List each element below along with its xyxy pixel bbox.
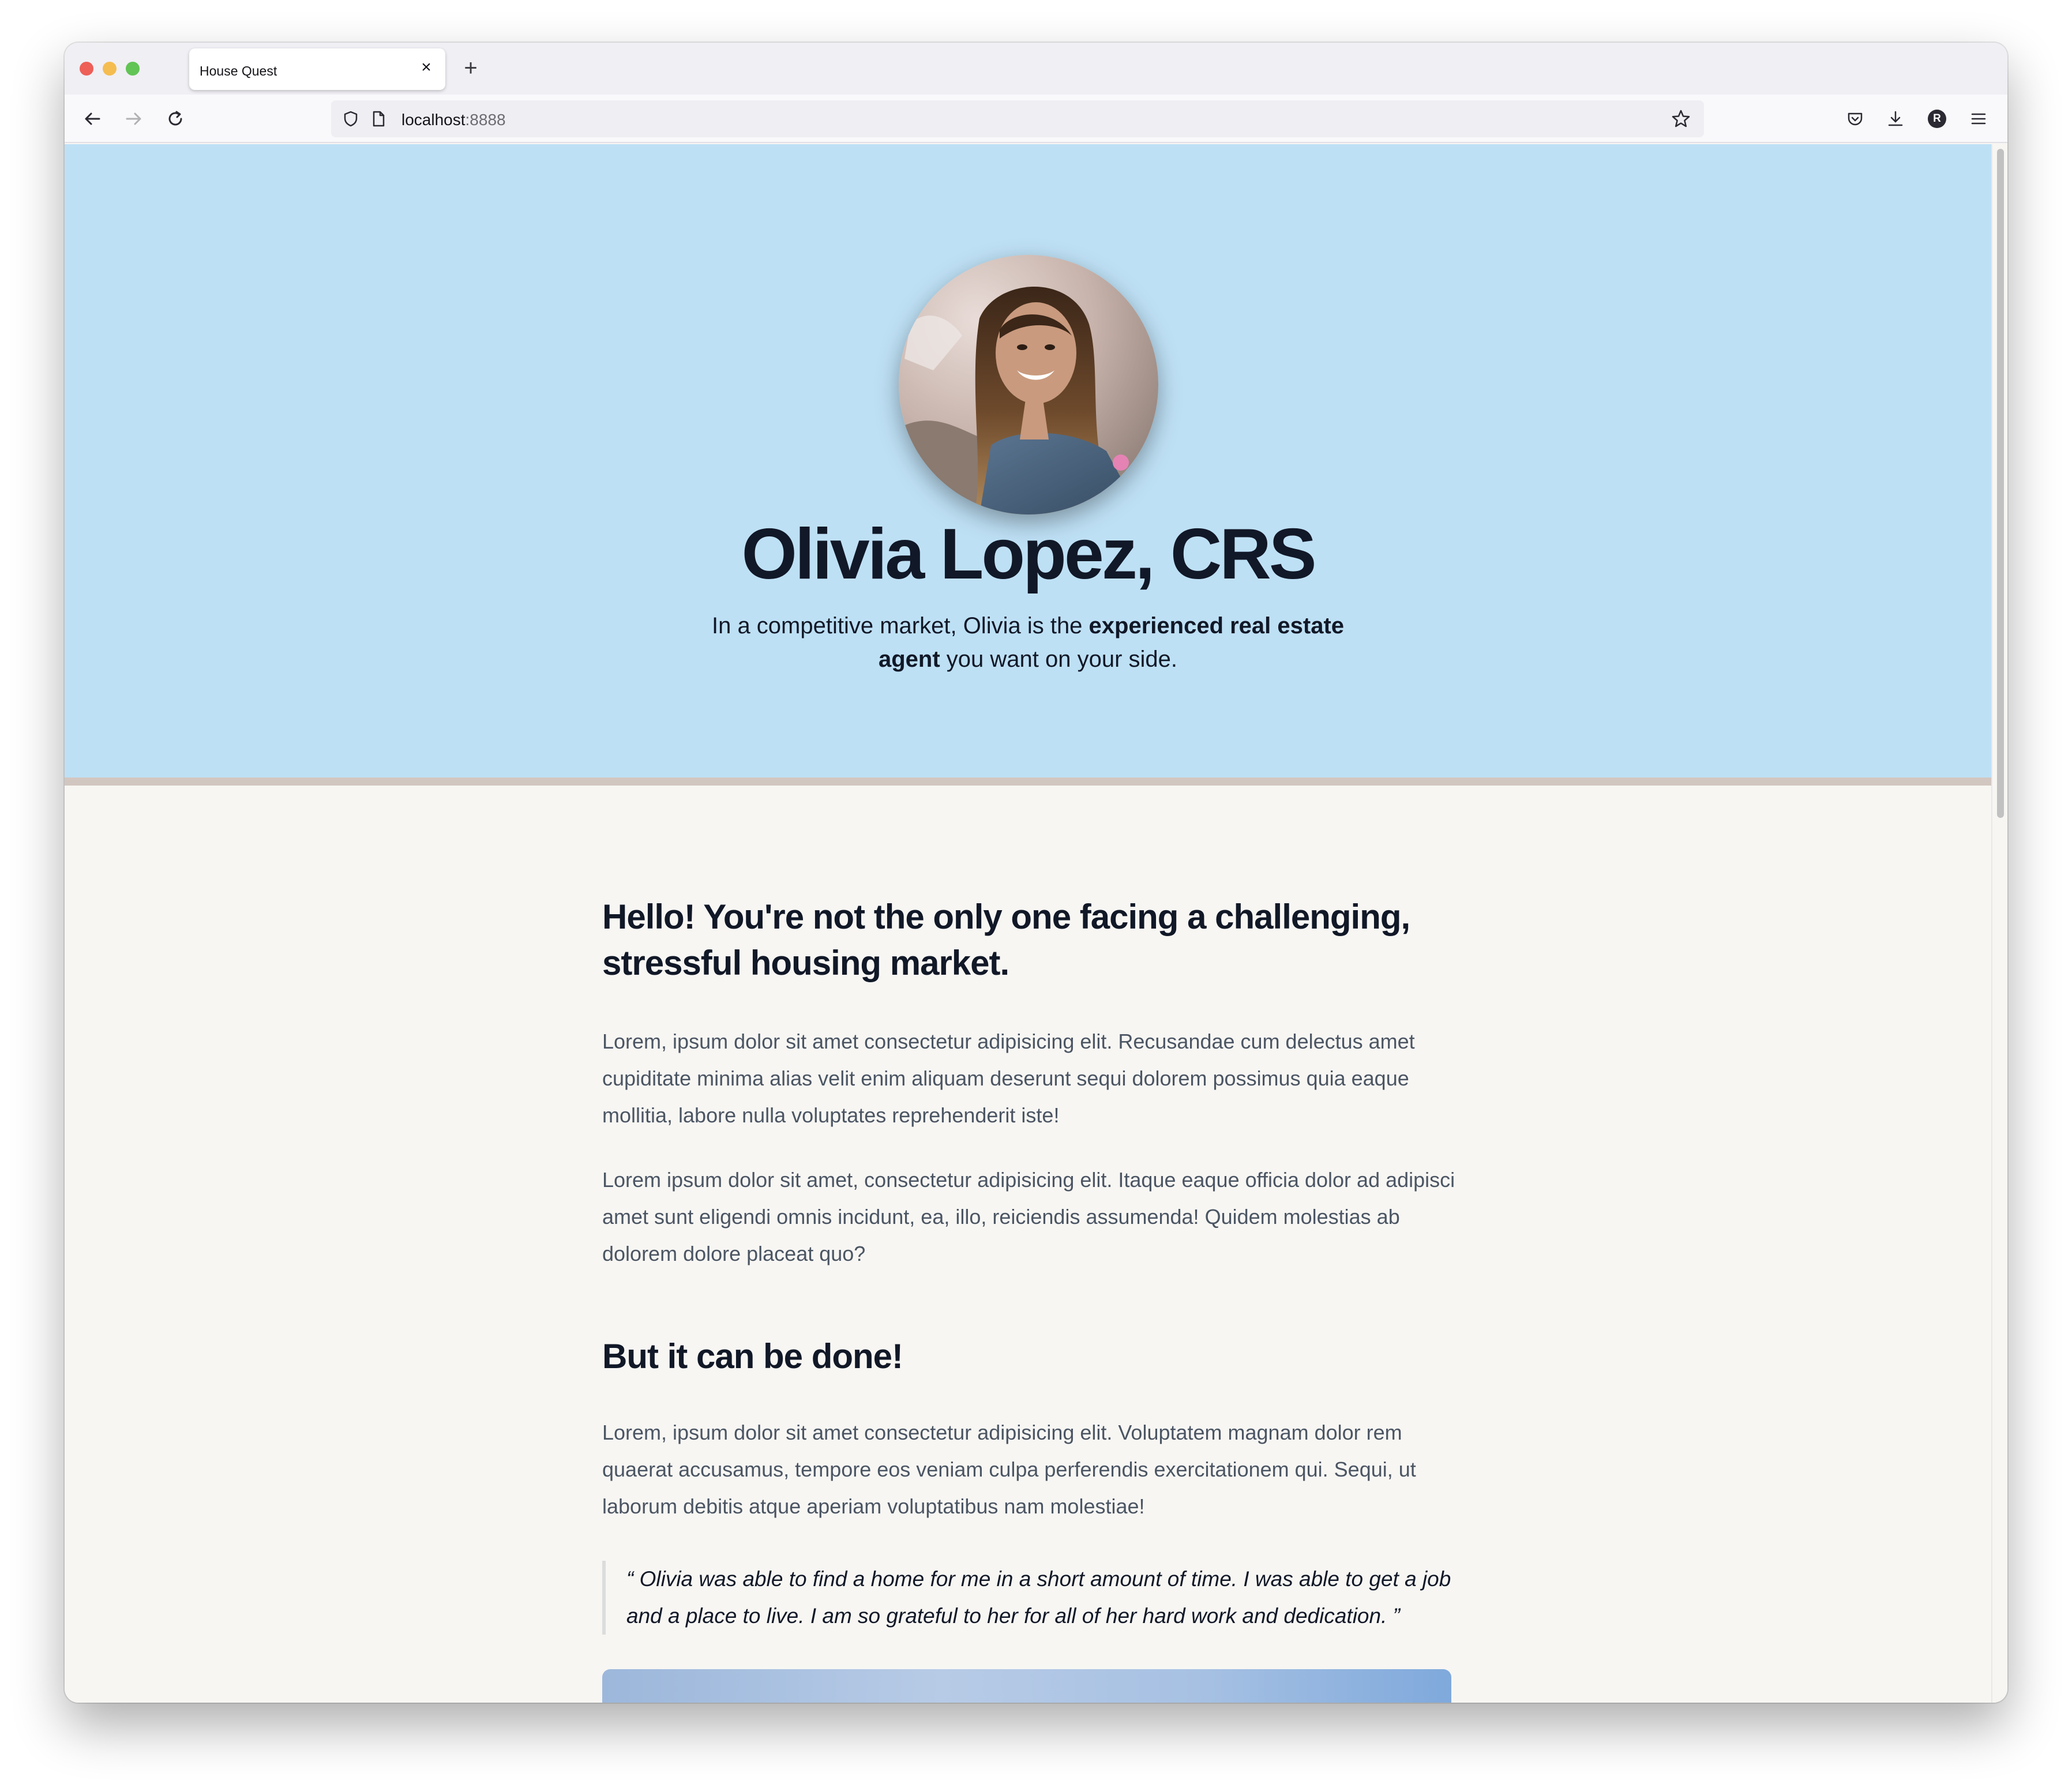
account-initial: R [1928,110,1946,128]
testimonial-quote: “ Olivia was able to find a home for me … [602,1561,1456,1635]
hero-section: Olivia Lopez, CRS In a competitive marke… [65,144,1991,786]
forward-arrow-icon[interactable] [118,103,150,135]
section-heading-done: But it can be done! [602,1337,903,1376]
url-bar[interactable]: localhost:8888 [331,100,1704,137]
main-content: Hello! You're not the only one facing a … [602,894,1456,1703]
close-tab-icon[interactable]: × [418,59,435,76]
url-port: :8888 [465,111,506,129]
tagline-start: In a competitive market, Olivia is the [711,613,1089,638]
house-photo [602,1669,1451,1703]
tab-bar: House Quest × + [65,43,2007,95]
tab-title: House Quest [200,63,277,78]
account-icon[interactable]: R [1921,103,1953,135]
paragraph-2: Lorem ipsum dolor sit amet, consectetur … [602,1168,1455,1265]
minimize-window-button[interactable] [103,62,117,76]
download-icon[interactable] [1879,103,1912,135]
url-host: localhost [401,111,466,129]
close-window-button[interactable] [80,62,93,76]
paragraph-3: Lorem, ipsum dolor sit amet consectetur … [602,1421,1416,1518]
star-icon[interactable] [1665,103,1697,135]
paragraph-1: Lorem, ipsum dolor sit amet consectetur … [602,1030,1415,1127]
zoom-window-button[interactable] [126,62,140,76]
navigation-bar: localhost:8888 R [65,95,2007,143]
tab-house-quest[interactable]: House Quest × [189,48,445,90]
url-text[interactable]: localhost:8888 [401,111,506,129]
agent-name: Olivia Lopez, CRS [741,514,1316,594]
new-tab-icon[interactable]: + [459,57,482,80]
agent-avatar [899,255,1158,514]
tagline-end: you want on your side. [940,647,1178,672]
back-arrow-icon[interactable] [76,103,108,135]
browser-window: House Quest × + localhost:8888 R Olivia … [65,43,2007,1703]
page-viewport[interactable]: Olivia Lopez, CRS In a competitive marke… [65,144,1991,1703]
hero-tagline: In a competitive market, Olivia is the e… [688,609,1368,676]
reload-icon[interactable] [159,103,192,135]
menu-icon[interactable] [1962,103,1995,135]
page-scrollbar[interactable] [1991,144,2007,1703]
page-icon [362,103,395,135]
scrollbar-thumb[interactable] [1997,149,2004,818]
pocket-icon[interactable] [1839,103,1871,135]
section-heading-challenge: Hello! You're not the only one facing a … [602,897,1410,982]
